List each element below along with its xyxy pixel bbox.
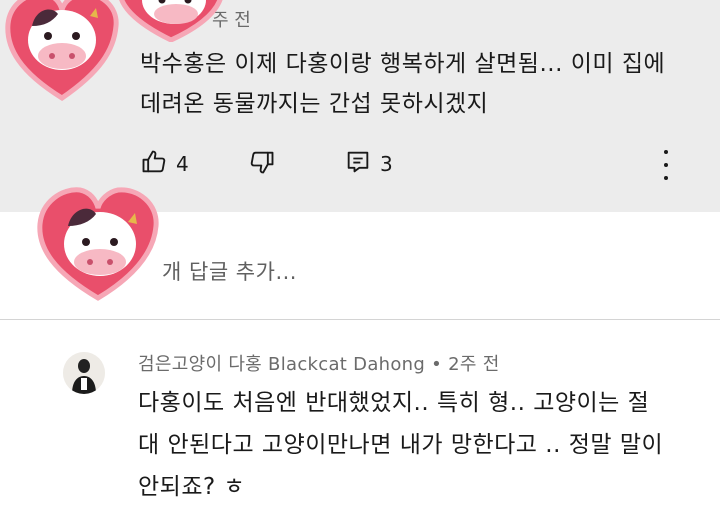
reply-comment-icon	[344, 148, 372, 180]
comment-actions: 4 3	[140, 146, 700, 182]
like-count: 4	[176, 152, 189, 176]
comment-text-line: 데려온 동물까지는 간섭 못하시겠지	[140, 91, 489, 117]
cow-heart-sticker-icon	[34, 182, 162, 304]
comment-text-line: 박수홍은 이제 다홍이랑 행복하게 살면됨... 이미 집에	[140, 51, 666, 77]
comment-text-line: 대 안된다고 고양이만나면 내가 망한다고 .. 정말 말이	[138, 432, 664, 458]
view-replies-link[interactable]: 개 답글 추가...	[162, 256, 297, 286]
comments-screen: 주 전 박수홍은 이제 다홍이랑 행복하게 살면됨... 이미 집에 데려온 동…	[0, 0, 720, 515]
dislike-button[interactable]	[248, 146, 276, 182]
cow-heart-sticker-icon	[112, 0, 230, 42]
comment-text: 다홍이도 처음엔 반대했었지.. 특히 형.. 고양이는 절 대 안된다고 고양…	[138, 382, 698, 508]
thumbs-down-icon	[248, 148, 276, 180]
reply-count: 3	[380, 152, 393, 176]
more-vertical-icon[interactable]	[658, 150, 674, 180]
comment-text: 박수홍은 이제 다홍이랑 행복하게 살면됨... 이미 집에 데려온 동물까지는…	[140, 44, 700, 124]
like-button[interactable]: 4	[140, 146, 189, 182]
comment-text-line: 다홍이도 처음엔 반대했었지.. 특히 형.. 고양이는 절	[138, 390, 650, 416]
cow-heart-sticker-icon	[2, 0, 122, 105]
comment-text-line: 안되죠? ㅎ	[138, 474, 246, 500]
avatar[interactable]	[63, 352, 105, 394]
reply-button[interactable]: 3	[344, 146, 393, 182]
divider	[0, 319, 720, 320]
comment-author-meta: 검은고양이 다홍 Blackcat Dahong • 2주 전	[138, 354, 500, 375]
thumbs-up-icon	[140, 148, 168, 180]
